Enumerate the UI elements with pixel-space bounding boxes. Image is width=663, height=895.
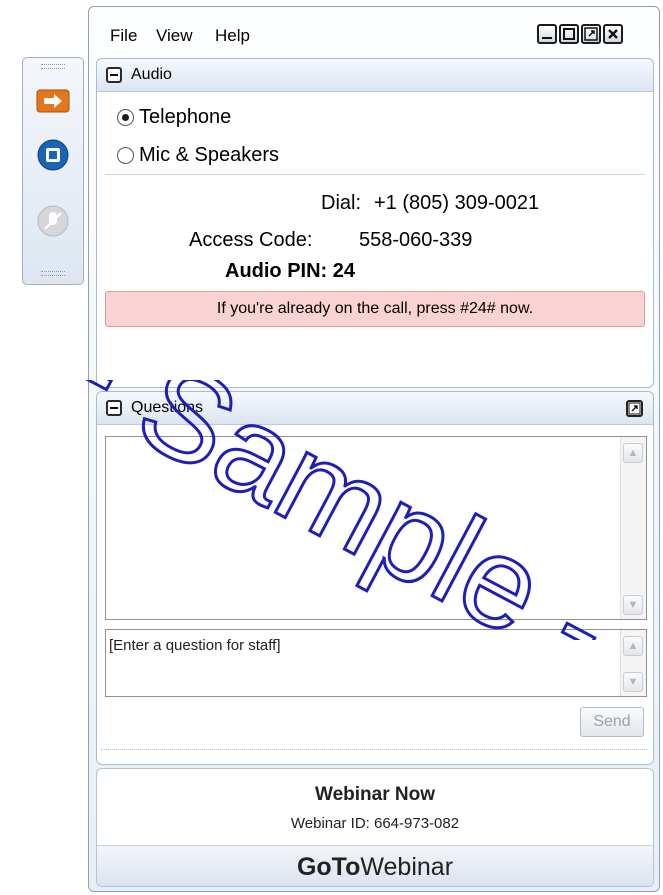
popout-icon	[628, 402, 641, 415]
questions-log-scrollbar[interactable]: ▲ ▼	[620, 437, 646, 619]
toolbar-grip-bottom[interactable]	[41, 271, 65, 276]
popout-button[interactable]	[581, 24, 601, 44]
questions-panel-title: Questions	[131, 399, 204, 416]
minimize-icon	[542, 37, 552, 39]
maximize-button[interactable]	[559, 24, 579, 44]
audio-panel-header: Audio	[97, 59, 653, 92]
scroll-down-arrow-icon[interactable]: ▼	[623, 595, 643, 615]
radio-mic-speakers-label: Mic & Speakers	[139, 144, 280, 166]
close-button[interactable]	[603, 24, 623, 44]
control-panel-window: File View Help Audio Telephone Mic & Spe…	[88, 6, 660, 892]
access-code-value: 558-060-339	[359, 229, 473, 251]
screen-share-icon[interactable]	[36, 138, 70, 172]
logo-bold: GoTo	[296, 853, 361, 881]
dial-number: +1 (805) 309-0021	[374, 192, 540, 214]
control-toolbar	[22, 57, 84, 285]
question-input-scrollbar[interactable]: ▲ ▼	[620, 630, 646, 696]
input-scroll-down-arrow-icon[interactable]: ▼	[623, 672, 643, 692]
gotowebinar-logo: GoToWebinar	[97, 853, 653, 882]
maximize-icon	[563, 28, 575, 40]
dial-label: Dial:	[321, 192, 362, 214]
mute-microphone-icon[interactable]	[36, 204, 70, 238]
brand-bar: GoToWebinar	[97, 845, 653, 886]
popout-icon	[584, 27, 598, 41]
audio-pin-notice: If you're already on the call, press #24…	[105, 291, 645, 327]
questions-collapse-icon[interactable]	[106, 400, 122, 416]
radio-mic-speakers-indicator[interactable]	[117, 147, 134, 164]
scroll-up-arrow-icon[interactable]: ▲	[623, 443, 643, 463]
questions-resize-grip[interactable]	[101, 749, 647, 751]
questions-panel-header: Questions	[97, 392, 653, 425]
audio-panel-title: Audio	[131, 66, 172, 83]
menu-view[interactable]: View	[156, 26, 193, 46]
questions-popout-button[interactable]	[626, 400, 643, 417]
question-input[interactable]: [Enter a question for staff] ▲ ▼	[105, 629, 647, 697]
audio-pin: Audio PIN: 24	[225, 260, 356, 282]
questions-panel: Questions ▲ ▼ [Enter a question for staf…	[96, 391, 654, 765]
question-input-placeholder: [Enter a question for staff]	[109, 637, 281, 654]
audio-collapse-icon[interactable]	[106, 67, 122, 83]
menu-file[interactable]: File	[110, 26, 137, 46]
logo-light: Webinar	[360, 853, 454, 881]
audio-divider	[105, 174, 645, 175]
close-icon	[608, 29, 618, 39]
show-hide-arrow-icon[interactable]	[36, 84, 70, 118]
webinar-name: Webinar Now	[315, 784, 435, 805]
minimize-button[interactable]	[537, 24, 557, 44]
toolbar-grip-top[interactable]	[41, 64, 65, 69]
radio-telephone-indicator[interactable]	[117, 109, 134, 126]
audio-panel: Audio Telephone Mic & Speakers Dial: +1 …	[96, 58, 654, 388]
radio-telephone-label: Telephone	[139, 106, 232, 128]
menu-bar: File View Help	[89, 7, 659, 53]
questions-log[interactable]: ▲ ▼	[105, 436, 647, 620]
input-scroll-up-arrow-icon[interactable]: ▲	[623, 636, 643, 656]
menu-help[interactable]: Help	[215, 26, 250, 46]
webinar-info-footer: Webinar Now Webinar ID: 664-973-082 GoTo…	[96, 768, 654, 887]
send-button[interactable]: Send	[580, 707, 644, 737]
webinar-id: Webinar ID: 664-973-082	[290, 815, 460, 832]
access-code-label: Access Code:	[189, 229, 313, 251]
